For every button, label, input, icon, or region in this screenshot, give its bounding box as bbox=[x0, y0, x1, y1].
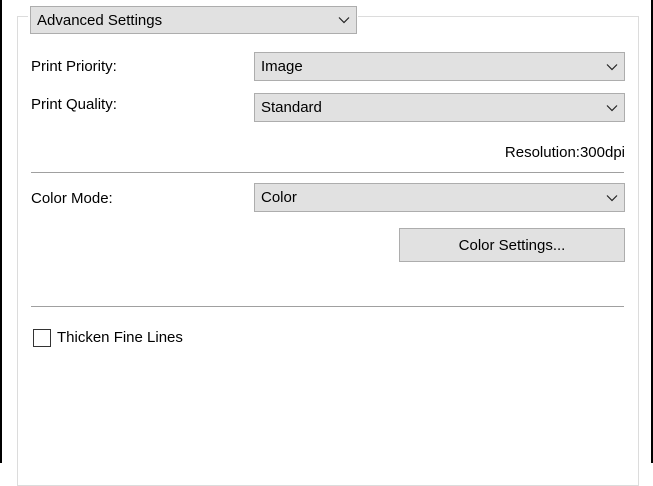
divider bbox=[31, 306, 624, 307]
print-quality-dropdown[interactable]: Standard bbox=[254, 93, 625, 122]
chevron-down-icon bbox=[600, 53, 624, 80]
color-mode-label: Color Mode: bbox=[31, 190, 113, 207]
resolution-text: Resolution:300dpi bbox=[504, 144, 625, 161]
print-quality-value: Standard bbox=[261, 99, 322, 116]
print-priority-label: Print Priority: bbox=[31, 58, 117, 75]
print-priority-value: Image bbox=[261, 58, 303, 75]
chevron-down-icon bbox=[600, 184, 624, 211]
color-settings-button-label: Color Settings... bbox=[458, 236, 566, 254]
color-mode-value: Color bbox=[261, 189, 297, 206]
thicken-fine-lines-label[interactable]: Thicken Fine Lines bbox=[57, 329, 183, 346]
print-priority-dropdown[interactable]: Image bbox=[254, 52, 625, 81]
section-dropdown[interactable]: Advanced Settings bbox=[30, 6, 357, 34]
chevron-down-icon bbox=[332, 7, 356, 33]
chevron-down-icon bbox=[600, 94, 624, 121]
divider bbox=[31, 172, 624, 173]
print-quality-label: Print Quality: bbox=[31, 96, 117, 113]
color-settings-button[interactable]: Color Settings... bbox=[399, 228, 625, 262]
section-dropdown-value: Advanced Settings bbox=[37, 11, 163, 29]
color-mode-dropdown[interactable]: Color bbox=[254, 183, 625, 212]
thicken-fine-lines-checkbox[interactable] bbox=[33, 329, 51, 347]
